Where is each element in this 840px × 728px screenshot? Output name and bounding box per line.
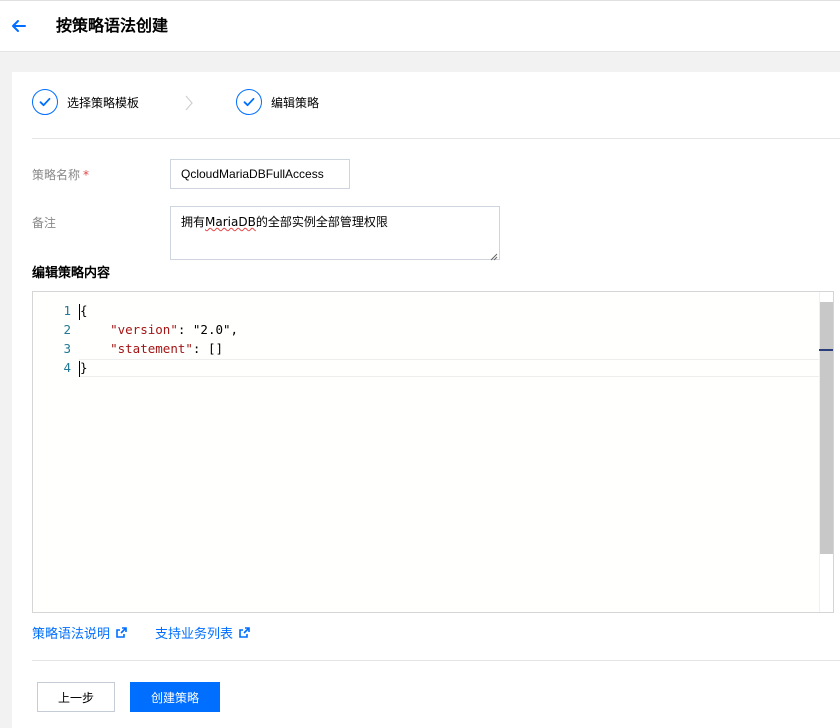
step-edit-policy: 编辑策略 — [236, 88, 319, 116]
line-number: 4 — [63, 360, 71, 375]
required-mark: * — [83, 168, 90, 182]
code-line: } — [80, 360, 88, 375]
divider — [32, 138, 840, 139]
external-link-icon — [116, 627, 127, 638]
resize-grip-icon[interactable] — [490, 250, 498, 261]
policy-syntax-link[interactable]: 策略语法说明 — [32, 623, 127, 642]
chevron-right-icon — [182, 94, 196, 112]
step-label: 编辑策略 — [271, 95, 320, 110]
overview-ruler-mark — [819, 349, 833, 351]
scrollbar-thumb[interactable] — [820, 302, 833, 554]
line-number: 1 — [63, 303, 71, 318]
top-bar: 按策略语法创建 — [0, 0, 840, 52]
supported-services-link[interactable]: 支持业务列表 — [155, 623, 250, 642]
main-panel: 选择策略模板 编辑策略 策略名称 * QcloudMariaDBFullAcces… — [12, 72, 840, 728]
remark-label: 备注 — [32, 216, 57, 230]
text-cursor — [79, 304, 80, 320]
policy-name-label: 策略名称 * — [32, 168, 90, 182]
current-line-highlight — [79, 359, 833, 377]
line-number-gutter: 1 2 3 4 — [33, 292, 79, 612]
code-line: "statement": [] — [110, 341, 224, 356]
divider — [32, 660, 840, 661]
editor-title: 编辑策略内容 — [32, 266, 111, 281]
previous-step-button[interactable]: 上一步 — [37, 682, 115, 712]
editor-scrollbar[interactable] — [819, 292, 833, 612]
code-editor[interactable]: 1 2 3 4 { "version": "2.0", "statement":… — [32, 291, 834, 613]
help-links: 策略语法说明 支持业务列表 — [32, 623, 250, 642]
external-link-icon — [239, 627, 250, 638]
check-icon — [32, 89, 58, 115]
check-icon — [236, 89, 262, 115]
step-select-template: 选择策略模板 — [32, 88, 139, 116]
policy-name-input[interactable]: QcloudMariaDBFullAccess — [170, 159, 350, 189]
code-line: { — [80, 303, 88, 318]
back-arrow-icon[interactable] — [8, 15, 30, 37]
line-number: 2 — [63, 322, 71, 337]
line-number: 3 — [63, 341, 71, 356]
step-label: 选择策略模板 — [67, 95, 140, 110]
remark-textarea[interactable]: 拥有MariaDB的全部实例全部管理权限 — [170, 206, 500, 261]
text-cursor — [79, 361, 80, 377]
page-title: 按策略语法创建 — [56, 16, 169, 35]
code-line: "version": "2.0", — [110, 322, 239, 337]
create-policy-button[interactable]: 创建策略 — [130, 682, 220, 712]
